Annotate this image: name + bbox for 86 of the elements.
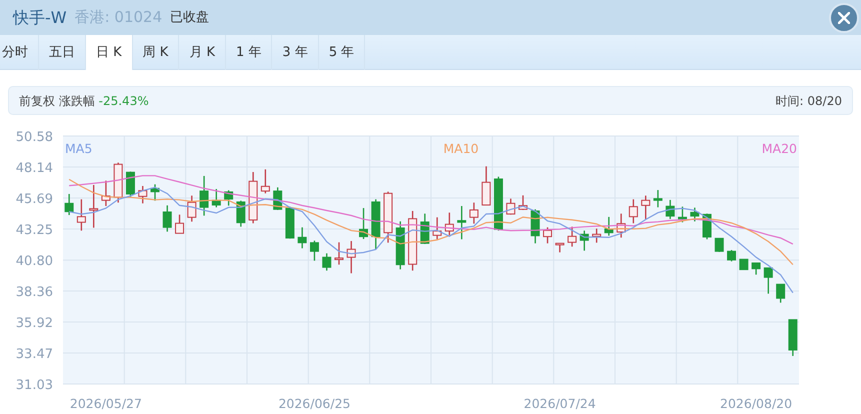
candlestick	[494, 176, 503, 231]
change-summary: 前复权 涨跌幅 -25.43%	[19, 92, 149, 110]
candlestick	[739, 258, 748, 270]
candlestick	[200, 176, 209, 216]
chart-period-tab[interactable]: 分时	[0, 35, 39, 70]
candlestick	[359, 208, 368, 239]
y-axis-label: 50.58	[16, 130, 53, 145]
candlestick	[248, 172, 258, 224]
candlestick	[420, 214, 430, 244]
candlestick	[555, 242, 564, 252]
candlestick	[76, 199, 86, 231]
candlestick	[506, 198, 516, 215]
candlestick	[334, 242, 344, 265]
close-button[interactable]	[829, 2, 859, 32]
y-axis-label: 48.14	[16, 160, 53, 176]
legend-label: MA10	[443, 141, 479, 156]
candlestick	[298, 227, 307, 248]
candlestick	[384, 192, 393, 243]
candlestick	[346, 241, 356, 274]
candlestick	[457, 206, 466, 240]
candlestick	[138, 186, 148, 204]
candlestick	[212, 189, 221, 208]
y-axis-label: 31.03	[16, 378, 53, 393]
candlestick	[678, 206, 687, 222]
candlestick	[604, 216, 614, 236]
candlestick	[641, 196, 650, 219]
candlestick	[310, 240, 319, 261]
x-axis-label: 2026/05/27	[70, 396, 142, 411]
y-axis-label: 43.25	[16, 222, 53, 238]
candlestick	[322, 253, 332, 271]
candlestick	[150, 184, 160, 201]
candlestick	[285, 206, 294, 239]
chart-period-tab[interactable]: 5 年	[318, 35, 366, 70]
candlestick	[187, 196, 196, 222]
candlestick	[788, 319, 798, 356]
time-label: 时间: 08/20	[776, 92, 842, 110]
candlestick	[653, 190, 662, 208]
candlestick	[776, 284, 786, 303]
candlestick	[482, 166, 491, 206]
candlestick	[592, 228, 602, 243]
candlestick	[114, 162, 123, 203]
candlestick	[126, 172, 135, 198]
candlestick	[224, 190, 234, 206]
candlestick	[64, 194, 74, 216]
candlestick	[162, 205, 172, 232]
stock-name: 快手-W	[13, 6, 67, 28]
candlestick	[469, 202, 478, 224]
candlestick	[371, 199, 380, 250]
chart-period-tab[interactable]: 日 K	[86, 35, 133, 70]
candlestick	[408, 210, 418, 271]
y-axis-label: 45.69	[16, 192, 53, 208]
candlestick	[690, 208, 700, 222]
candlestick	[764, 267, 773, 294]
chart-period-tab[interactable]: 1 年	[226, 35, 272, 70]
candlestick	[432, 217, 442, 240]
chart-period-tab[interactable]: 3 年	[272, 35, 319, 70]
candlestick	[543, 227, 552, 244]
candlestick	[444, 212, 454, 236]
close-icon	[838, 12, 850, 24]
y-axis-label: 35.92	[16, 316, 53, 331]
candlestick	[101, 180, 110, 206]
x-axis-label: 2026/06/25	[278, 396, 350, 411]
chart-period-tab[interactable]: 月 K	[179, 35, 226, 70]
candlestick	[714, 238, 724, 252]
candlestick	[616, 214, 626, 238]
y-axis-label: 33.47	[16, 347, 53, 362]
candlestick	[530, 209, 540, 244]
market-status: 已收盘	[170, 8, 210, 27]
candlestick	[518, 195, 528, 210]
x-axis-label: 2026/08/20	[720, 396, 792, 411]
legend-label: MA5	[65, 141, 92, 156]
candlestick	[568, 226, 577, 247]
candlestick	[727, 250, 736, 262]
candlestick	[89, 184, 98, 228]
candlestick	[752, 262, 761, 275]
candlestick	[580, 230, 589, 251]
candlestick	[666, 200, 675, 219]
candlestick	[260, 169, 270, 194]
candlestick	[396, 221, 405, 270]
y-axis-label: 40.80	[16, 254, 53, 270]
legend-label: MA20	[762, 141, 797, 156]
candlestick	[175, 214, 184, 234]
y-axis-label: 38.36	[16, 285, 53, 300]
chart-period-tab[interactable]: 周 K	[132, 35, 180, 70]
candlestick	[628, 199, 638, 224]
x-axis-label: 2026/07/24	[524, 396, 596, 411]
